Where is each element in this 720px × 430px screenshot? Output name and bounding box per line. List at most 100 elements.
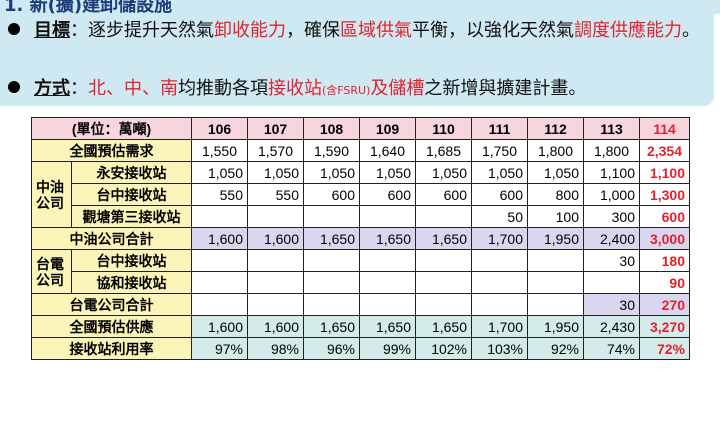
- value-cell: [359, 271, 416, 294]
- value-cell: 600: [471, 183, 528, 206]
- title-strip: 1. 新(擴)建卸儲設施: [0, 0, 720, 14]
- value-cell: 92%: [527, 337, 584, 360]
- row-label: 接收站利用率: [31, 337, 192, 360]
- bullet-lead: 方式: [34, 78, 70, 99]
- value-cell: [191, 293, 248, 316]
- bullet-method: 方式：北、中、南均推動各項接收站(含FSRU)及儲槽之新增與擴建計畫。: [8, 76, 586, 103]
- value-cell: [191, 271, 248, 294]
- value-cell: 1,050: [471, 161, 528, 184]
- taipower-row: 協和接收站 90: [32, 271, 690, 294]
- value-cell: [471, 271, 528, 294]
- value-cell: [303, 249, 360, 272]
- bullet-0-part: 。: [682, 20, 700, 41]
- row-label: 全國預估供應: [31, 315, 192, 338]
- value-cell: [415, 293, 472, 316]
- value-cell: 1,050: [303, 161, 360, 184]
- value-cell: 1,685: [415, 139, 472, 162]
- value-cell: [527, 293, 584, 316]
- bullet-1-part: 及儲槽: [370, 78, 425, 99]
- value-cell: 99%: [359, 337, 416, 360]
- value-cell: 1,590: [303, 139, 360, 162]
- value-cell: 1,650: [303, 227, 360, 250]
- value-cell: 2,430: [583, 315, 640, 338]
- value-cell: 600: [415, 183, 472, 206]
- value-cell: 1,700: [471, 227, 528, 250]
- value-cell: 550: [247, 183, 304, 206]
- national-demand-row: 全國預估需求 1,550 1,570 1,590 1,640 1,685 1,750 1,80…: [31, 139, 690, 162]
- value-cell: 1,000: [583, 183, 640, 206]
- row-label: 台電公司合計: [31, 293, 192, 316]
- bullet-goal: 目標：逐步提升天然氣卸收能力，確保區域供氣平衡，以強化天然氣調度供應能力。: [8, 18, 714, 43]
- year-header: 109: [359, 117, 416, 140]
- cpc-row: 台中接收站 550 550 600 600 600 600 800 1,000 1,300: [32, 183, 690, 206]
- value-cell: [247, 271, 304, 294]
- row-label: 觀塘第三接收站: [71, 205, 192, 228]
- year-header: 110: [415, 117, 472, 140]
- bullet-0-part: 卸收能力: [214, 20, 286, 41]
- value-cell: 1,600: [247, 315, 304, 338]
- value-cell: 180: [639, 249, 690, 272]
- value-cell: 2,400: [583, 227, 640, 250]
- value-cell: 90: [639, 271, 690, 294]
- value-cell: 30: [583, 249, 640, 272]
- value-cell: 1,100: [583, 161, 640, 184]
- value-cell: 2,354: [639, 139, 690, 162]
- value-cell: 100: [527, 205, 584, 228]
- value-cell: 1,950: [527, 227, 584, 250]
- bullet-1-part: 之新增與擴建計畫。: [424, 78, 587, 99]
- bullet-1-part: (含FSRU): [322, 84, 371, 97]
- objectives-panel: 目標：逐步提升天然氣卸收能力，確保區域供氣平衡，以強化天然氣調度供應能力。 方式…: [0, 14, 714, 106]
- value-cell: 1,640: [359, 139, 416, 162]
- value-cell: 96%: [303, 337, 360, 360]
- cpc-total-row: 中油公司合計 1,600 1,600 1,650 1,650 1,650 1,700 1,95…: [31, 227, 690, 250]
- value-cell: 1,570: [247, 139, 304, 162]
- year-header: 108: [303, 117, 360, 140]
- bullet-0-part: 平衡，以強化天然氣: [412, 20, 574, 41]
- value-cell: 270: [639, 293, 690, 316]
- value-cell: 74%: [583, 337, 640, 360]
- taipower-row: 台電 公司 台中接收站 30 180: [31, 249, 690, 294]
- value-cell: [471, 249, 528, 272]
- utilization-row: 接收站利用率 97% 98% 96% 99% 102% 103% 92% 74% 72%: [31, 337, 690, 360]
- bullet-0-part: ：逐步提升天然氣: [70, 20, 214, 41]
- value-cell: 1,650: [415, 315, 472, 338]
- bullet-1-part: 北、中、南: [88, 78, 178, 99]
- value-cell: [359, 293, 416, 316]
- value-cell: [359, 205, 416, 228]
- value-cell: [583, 271, 640, 294]
- value-cell: [191, 249, 248, 272]
- year-header: 106: [191, 117, 248, 140]
- value-cell: 1,050: [247, 161, 304, 184]
- value-cell: 550: [191, 183, 248, 206]
- value-cell: [247, 293, 304, 316]
- value-cell: 97%: [191, 337, 248, 360]
- row-label: 全國預估需求: [31, 139, 192, 162]
- value-cell: 1,750: [471, 139, 528, 162]
- header-row: (單位：萬噸) 106 107 108 109 110 111 112 113 114: [31, 117, 690, 140]
- value-cell: 1,050: [527, 161, 584, 184]
- value-cell: 300: [583, 205, 640, 228]
- year-header: 107: [247, 117, 304, 140]
- bullet-dot-icon: [8, 81, 20, 93]
- value-cell: 1,700: [471, 315, 528, 338]
- unit-label: (單位：萬噸): [31, 117, 192, 140]
- value-cell: [247, 249, 304, 272]
- value-cell: 3,270: [639, 315, 690, 338]
- value-cell: 600: [639, 205, 690, 228]
- taipower-total-row: 台電公司合計 30 270: [31, 293, 690, 316]
- value-cell: 1,050: [415, 161, 472, 184]
- year-header: 114: [639, 117, 690, 140]
- row-label: 永安接收站: [71, 161, 192, 184]
- value-cell: 50: [471, 205, 528, 228]
- bullet-1-part: 接收站: [268, 78, 322, 99]
- row-label: 協和接收站: [71, 271, 192, 294]
- value-cell: 1,600: [247, 227, 304, 250]
- year-header: 111: [471, 117, 528, 140]
- value-cell: 1,600: [191, 227, 248, 250]
- value-cell: [527, 271, 584, 294]
- value-cell: 1,550: [191, 139, 248, 162]
- value-cell: 1,650: [303, 315, 360, 338]
- row-label: 中油公司合計: [31, 227, 192, 250]
- cpc-row: 觀塘第三接收站 50 100 300 600: [32, 205, 690, 228]
- value-cell: 72%: [639, 337, 690, 360]
